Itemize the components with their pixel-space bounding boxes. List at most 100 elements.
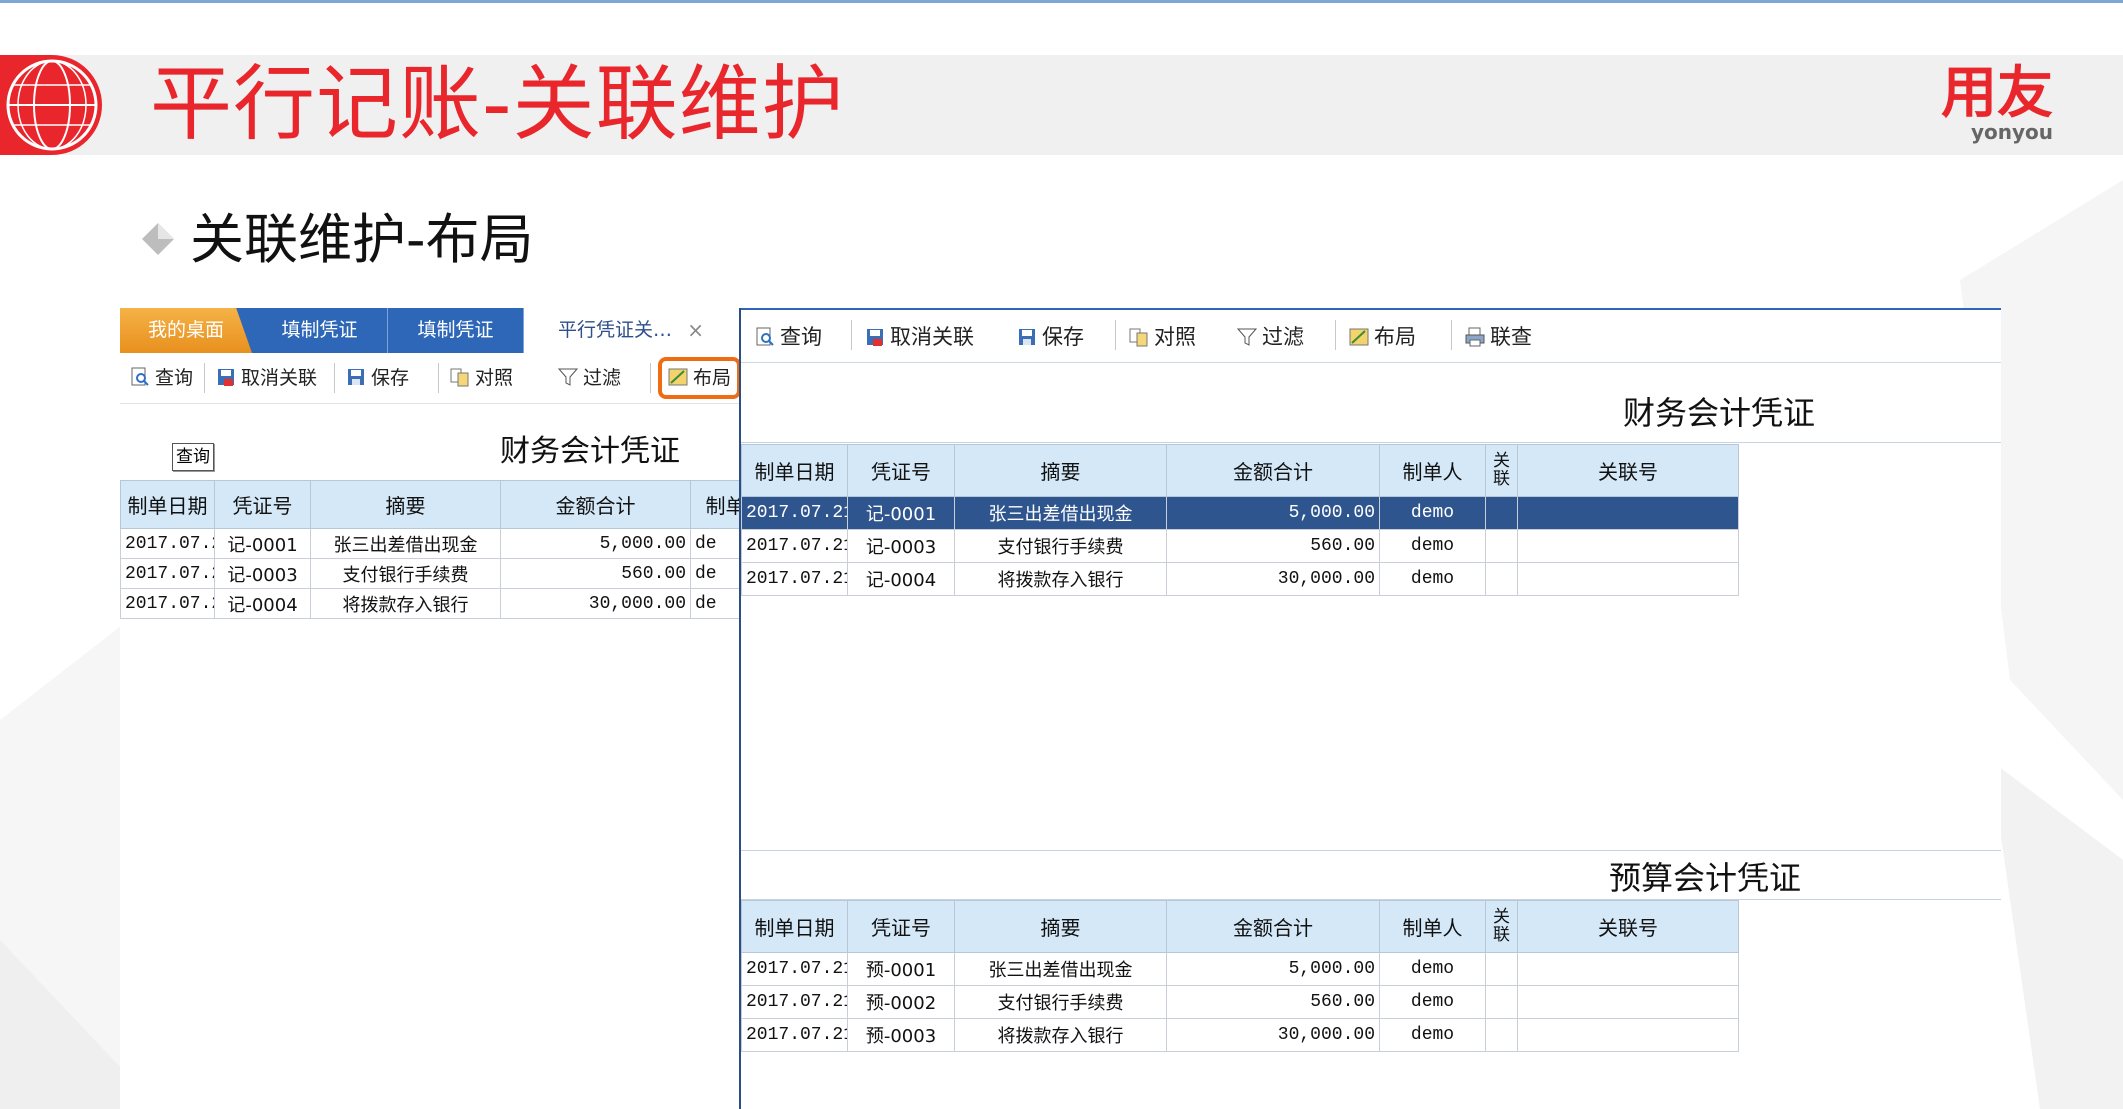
header-link-no[interactable]: 关联号 bbox=[1517, 900, 1739, 953]
tab-parallel-voucher[interactable]: 平行凭证关… × bbox=[524, 308, 740, 353]
cell-linked[interactable] bbox=[1485, 562, 1518, 596]
cell-amount: 30,000.00 bbox=[1166, 562, 1380, 596]
cell-summary: 张三出差借出现金 bbox=[954, 496, 1167, 530]
brand-en-text: yonyou bbox=[1970, 120, 2054, 144]
cell-summary: 张三出差借出现金 bbox=[310, 528, 501, 559]
finance-voucher-table: 制单日期 凭证号 摘要 金额合计 制单人 关联 关联号 2017.07.21 记… bbox=[741, 444, 1739, 596]
filter-button[interactable]: 过滤 bbox=[1237, 320, 1304, 354]
save-icon bbox=[1019, 328, 1035, 345]
unlink-button[interactable]: 取消关联 bbox=[216, 361, 317, 395]
cell-link-no[interactable] bbox=[1517, 1018, 1739, 1052]
cell-date: 2017.07.21 bbox=[741, 985, 848, 1019]
cell-link-no[interactable] bbox=[1517, 496, 1739, 530]
table-row[interactable]: 2017.07.21 预-0003 将拨款存入银行 30,000.00 demo bbox=[741, 1018, 1739, 1052]
header-summary[interactable]: 摘要 bbox=[310, 480, 501, 529]
cell-date: 2017.07.21 bbox=[120, 528, 215, 559]
header-amount[interactable]: 金额合计 bbox=[500, 480, 691, 529]
cell-maker: de bbox=[690, 558, 740, 589]
header-voucher-no[interactable]: 凭证号 bbox=[214, 480, 311, 529]
cell-linked[interactable] bbox=[1485, 529, 1518, 563]
cell-amount: 5,000.00 bbox=[500, 528, 691, 559]
compare-button[interactable]: 对照 bbox=[1129, 320, 1196, 354]
cell-voucher-no: 记-0001 bbox=[847, 496, 955, 530]
table-row[interactable]: 2017.07.21 预-0001 张三出差借出现金 5,000.00 demo bbox=[741, 952, 1739, 986]
filter-icon bbox=[1237, 328, 1257, 346]
cell-maker: demo bbox=[1379, 529, 1486, 563]
table-row[interactable]: 2017.07.21 记-0004 将拨款存入银行 30,000.00 demo bbox=[741, 562, 1739, 596]
table-row[interactable]: 2017.07.21 记-0003 支付银行手续费 560.00 de bbox=[120, 558, 740, 589]
cell-date: 2017.07.21 bbox=[741, 562, 848, 596]
table-row[interactable]: 2017.07.21 记-0001 张三出差借出现金 5,000.00 de bbox=[120, 528, 740, 559]
layout-button[interactable]: 布局 bbox=[657, 357, 740, 399]
header-summary[interactable]: 摘要 bbox=[954, 444, 1167, 497]
header-voucher-no[interactable]: 凭证号 bbox=[847, 444, 955, 497]
header-summary[interactable]: 摘要 bbox=[954, 900, 1167, 953]
query-tooltip: 查询 bbox=[172, 443, 214, 471]
header-maker[interactable]: 制单人 bbox=[1379, 444, 1486, 497]
cell-voucher-no: 预-0001 bbox=[847, 952, 955, 986]
close-icon[interactable]: × bbox=[687, 308, 704, 353]
filter-button[interactable]: 过滤 bbox=[558, 361, 621, 395]
cell-linked[interactable] bbox=[1485, 952, 1518, 986]
cell-date: 2017.07.21 bbox=[741, 496, 848, 530]
cell-date: 2017.07.21 bbox=[741, 529, 848, 563]
table-header-row: 制单日期 凭证号 摘要 金额合计 制单人 关联 关联号 bbox=[741, 900, 1739, 953]
table-header-row: 制单日期 凭证号 摘要 金额合计 制单 bbox=[120, 480, 740, 529]
compare-button[interactable]: 对照 bbox=[450, 361, 513, 395]
tab-fill-voucher-2[interactable]: 填制凭证 bbox=[388, 308, 524, 353]
query-button[interactable]: 查询 bbox=[755, 320, 822, 354]
cell-linked[interactable] bbox=[1485, 985, 1518, 1019]
query-button[interactable]: 查询 bbox=[130, 361, 193, 395]
save-button[interactable]: 保存 bbox=[346, 361, 409, 395]
cell-summary: 张三出差借出现金 bbox=[954, 952, 1167, 986]
header-maker[interactable]: 制单 bbox=[690, 480, 740, 529]
save-disk-icon bbox=[218, 369, 234, 386]
toolbar-divider bbox=[851, 320, 852, 350]
cell-link-no[interactable] bbox=[1517, 562, 1739, 596]
cell-maker: demo bbox=[1379, 496, 1486, 530]
cell-link-no[interactable] bbox=[1517, 985, 1739, 1019]
brand-logo: 用友 yonyou bbox=[1927, 60, 2067, 142]
cell-voucher-no: 记-0004 bbox=[214, 588, 311, 619]
compare-icon bbox=[450, 368, 469, 387]
cell-link-no[interactable] bbox=[1517, 529, 1739, 563]
table-row[interactable]: 2017.07.21 预-0002 支付银行手续费 560.00 demo bbox=[741, 985, 1739, 1019]
table-row[interactable]: 2017.07.21 记-0003 支付银行手续费 560.00 demo bbox=[741, 529, 1739, 563]
cell-voucher-no: 记-0003 bbox=[847, 529, 955, 563]
cell-amount: 30,000.00 bbox=[1166, 1018, 1380, 1052]
compare-icon bbox=[1129, 328, 1148, 346]
header-voucher-no[interactable]: 凭证号 bbox=[847, 900, 955, 953]
right-toolbar: 查询 取消关联 保存 对照 过滤 布局 联查 bbox=[741, 308, 2001, 363]
toolbar-divider bbox=[650, 363, 651, 393]
toolbar-divider bbox=[1115, 320, 1116, 350]
cell-amount: 560.00 bbox=[500, 558, 691, 589]
header-date[interactable]: 制单日期 bbox=[741, 900, 848, 953]
tab-fill-voucher-1[interactable]: 填制凭证 bbox=[252, 308, 388, 353]
cell-linked[interactable] bbox=[1485, 1018, 1518, 1052]
header-linked[interactable]: 关联 bbox=[1485, 444, 1518, 497]
cell-amount: 560.00 bbox=[1166, 529, 1380, 563]
tab-my-desktop[interactable]: 我的桌面 bbox=[120, 308, 252, 353]
unlink-button[interactable]: 取消关联 bbox=[865, 320, 974, 354]
save-button[interactable]: 保存 bbox=[1017, 320, 1084, 354]
linked-query-button[interactable]: 联查 bbox=[1465, 320, 1532, 354]
header-link-no[interactable]: 关联号 bbox=[1517, 444, 1739, 497]
cell-maker: demo bbox=[1379, 562, 1486, 596]
filter-icon bbox=[558, 368, 578, 386]
cell-voucher-no: 预-0002 bbox=[847, 985, 955, 1019]
cell-linked[interactable] bbox=[1485, 496, 1518, 530]
header-amount[interactable]: 金额合计 bbox=[1166, 444, 1380, 497]
cell-summary: 将拨款存入银行 bbox=[310, 588, 501, 619]
layout-button[interactable]: 布局 bbox=[1349, 320, 1416, 354]
header-linked[interactable]: 关联 bbox=[1485, 900, 1518, 953]
header-date[interactable]: 制单日期 bbox=[741, 444, 848, 497]
cell-link-no[interactable] bbox=[1517, 952, 1739, 986]
cell-voucher-no: 记-0004 bbox=[847, 562, 955, 596]
header-amount[interactable]: 金额合计 bbox=[1166, 900, 1380, 953]
table-row-selected[interactable]: 2017.07.21 记-0001 张三出差借出现金 5,000.00 demo bbox=[741, 496, 1739, 530]
header-date[interactable]: 制单日期 bbox=[120, 480, 215, 529]
toolbar-divider bbox=[204, 363, 205, 393]
table-header-row: 制单日期 凭证号 摘要 金额合计 制单人 关联 关联号 bbox=[741, 444, 1739, 497]
header-maker[interactable]: 制单人 bbox=[1379, 900, 1486, 953]
table-row[interactable]: 2017.07.21 记-0004 将拨款存入银行 30,000.00 de bbox=[120, 588, 740, 619]
